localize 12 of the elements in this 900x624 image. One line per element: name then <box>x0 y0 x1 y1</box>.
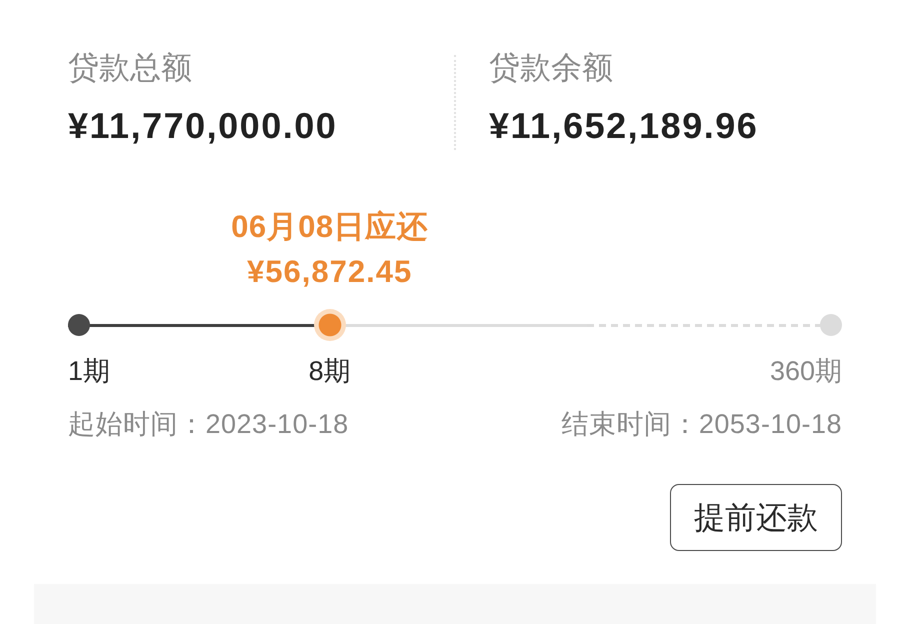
summary-label: 贷款余额 <box>489 50 613 86</box>
summary-amount: ¥11,770,000.00 <box>68 106 338 146</box>
due-amount-text: ¥56,872.45 <box>247 253 412 291</box>
summary-amount: ¥11,652,189.96 <box>489 106 758 146</box>
start-date-text: 起始时间：2023-10-18 <box>68 408 349 441</box>
due-date-text: 06月08日应还 <box>231 208 428 246</box>
summary-label: 贷款总额 <box>68 50 192 86</box>
period-label: 360期 <box>770 355 842 388</box>
prepay-button[interactable]: 提前还款 <box>670 484 842 551</box>
end-date-text: 结束时间：2053-10-18 <box>561 408 842 441</box>
period-label: 1期 <box>68 355 110 388</box>
period-label: 8期 <box>308 355 351 388</box>
